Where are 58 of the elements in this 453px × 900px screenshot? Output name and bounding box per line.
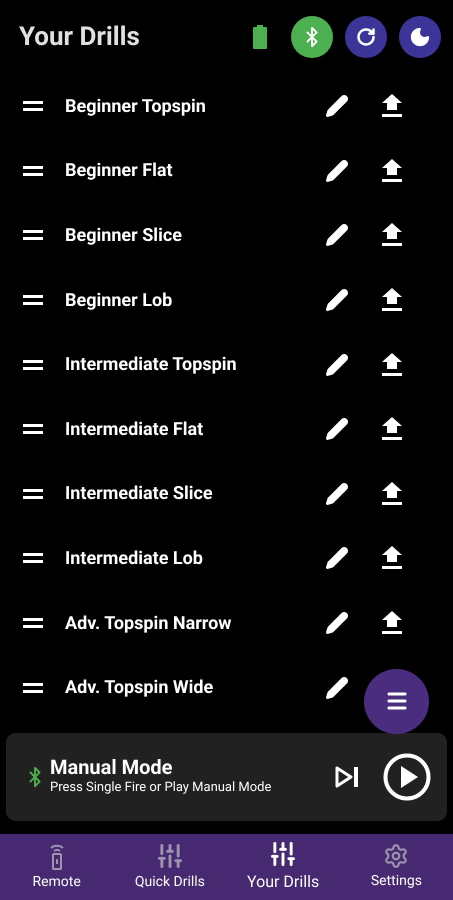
drag-handle-icon[interactable] [23, 424, 43, 434]
drill-name[interactable]: Beginner Slice [65, 222, 325, 249]
drill-name[interactable]: Beginner Flat [65, 157, 325, 184]
drill-name[interactable]: Intermediate Topspin [65, 351, 325, 378]
refresh-button[interactable] [345, 16, 387, 58]
edit-icon[interactable] [325, 158, 349, 183]
edit-icon[interactable] [325, 94, 349, 118]
moon-icon [409, 26, 431, 48]
drag-handle-icon[interactable] [23, 101, 43, 112]
refresh-icon [356, 27, 376, 47]
drag-handle-icon[interactable] [23, 682, 43, 693]
nav-tab[interactable]: Quick Drills [113, 834, 226, 900]
drill-name[interactable]: Adv. Topspin Wide [65, 674, 325, 702]
play-icon[interactable] [383, 753, 431, 801]
edit-icon[interactable] [325, 482, 349, 506]
dark-mode-button[interactable] [399, 16, 441, 58]
upload-icon[interactable] [381, 417, 403, 442]
drag-handle-icon[interactable] [23, 488, 43, 499]
sliders-icon [156, 842, 184, 870]
nav-tab[interactable]: Remote [0, 834, 114, 900]
upload-icon[interactable] [381, 352, 403, 377]
drag-handle-icon[interactable] [23, 230, 43, 240]
drag-handle-icon[interactable] [23, 360, 43, 370]
drill-name[interactable]: Beginner Lob [65, 286, 325, 314]
drill-name[interactable]: Intermediate Slice [65, 480, 325, 508]
edit-icon[interactable] [325, 223, 349, 248]
mode-subtitle: Press Single Fire or Play Manual Mode [50, 779, 272, 798]
drill-name[interactable]: Beginner Topspin [65, 92, 325, 120]
nav-tab[interactable]: Your Drills [226, 834, 340, 900]
edit-icon[interactable] [325, 676, 349, 700]
gear-icon [383, 842, 410, 868]
edit-icon[interactable] [325, 417, 349, 442]
edit-icon[interactable] [325, 611, 349, 636]
upload-icon[interactable] [381, 158, 403, 183]
drag-handle-icon[interactable] [23, 618, 43, 628]
skip-icon[interactable] [335, 766, 359, 788]
bluetooth-button[interactable] [291, 16, 333, 58]
drill-name[interactable]: Intermediate Lob [65, 544, 325, 572]
upload-icon[interactable] [381, 94, 403, 118]
edit-icon[interactable] [325, 546, 349, 570]
battery-icon [253, 25, 267, 49]
upload-icon[interactable] [381, 223, 403, 248]
remote-icon [48, 842, 66, 870]
mode-title: Manual Mode [50, 756, 174, 778]
upload-icon[interactable] [381, 288, 403, 312]
edit-icon[interactable] [325, 288, 349, 312]
drag-handle-icon[interactable] [23, 295, 43, 306]
drill-name[interactable]: Adv. Topspin Narrow [65, 610, 325, 637]
edit-icon[interactable] [325, 352, 349, 377]
upload-icon[interactable] [381, 546, 403, 570]
page-title: Your Drills [19, 20, 141, 54]
sliders-icon [269, 840, 298, 868]
drag-handle-icon[interactable] [23, 553, 43, 564]
drag-handle-icon[interactable] [23, 166, 43, 176]
drill-name[interactable]: Intermediate Flat [65, 416, 325, 443]
upload-icon[interactable] [381, 482, 403, 506]
nav-tab[interactable]: Settings [340, 834, 453, 900]
upload-icon[interactable] [381, 611, 403, 636]
